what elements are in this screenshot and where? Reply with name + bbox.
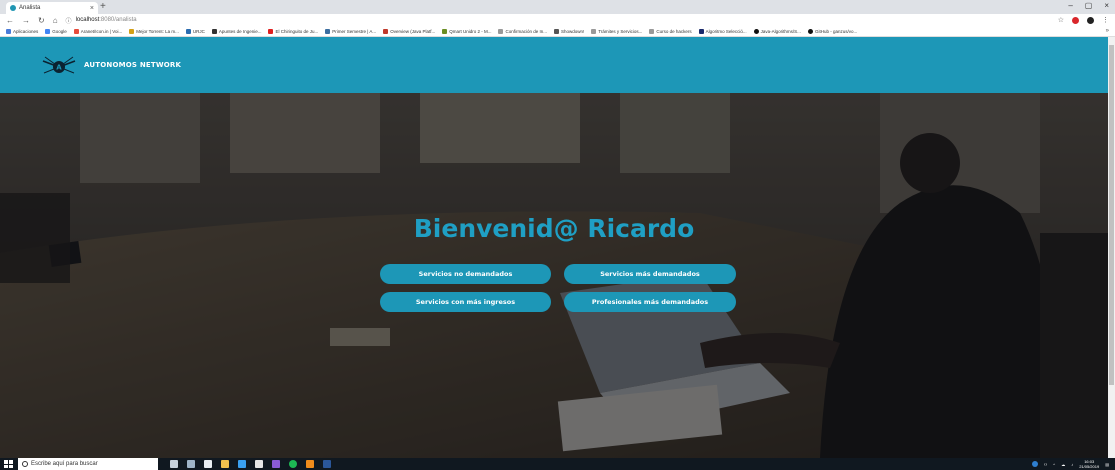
bookmark-item[interactable]: Java-Algorithms/S... [753, 28, 801, 34]
window-close-button[interactable]: × [1104, 1, 1109, 10]
bookmark-item[interactable]: Aplicaciones [6, 28, 38, 34]
servicios-mas-ingresos-button[interactable]: Servicios con más ingresos [380, 292, 551, 312]
page-icon [591, 28, 597, 34]
profile-avatar[interactable] [1087, 16, 1094, 24]
reload-icon[interactable]: ↻ [38, 16, 45, 25]
servicios-mas-demandados-button[interactable]: Servicios más demandados [564, 264, 736, 284]
forward-arrow-icon[interactable]: → [22, 16, 30, 25]
hero-section: Bienvenid@ Ricardo Servicios no demandad… [0, 93, 1108, 458]
page-icon [649, 28, 655, 34]
bookmark-item[interactable]: GitHub - ganzus/vo... [807, 28, 857, 34]
scrollbar-thumb[interactable] [1109, 45, 1114, 385]
github-icon [807, 28, 813, 34]
word-icon[interactable] [323, 460, 331, 468]
task-view-icon[interactable] [187, 460, 195, 468]
windows-taskbar: Escribe aquí para buscar ⚇ ^ ☁ ♪ 16:03 2… [0, 458, 1115, 470]
home-icon[interactable]: ⌂ [53, 16, 58, 25]
taskbar-clock[interactable]: 16:03 21/05/2019 [1079, 459, 1099, 469]
github-icon [753, 28, 759, 34]
bookmark-item[interactable]: Qmart Unidro 2 - M... [442, 28, 491, 34]
network-icon[interactable]: ☁ [1061, 462, 1065, 467]
people-icon[interactable]: ⚇ [1044, 462, 1048, 467]
taskbar-apps [170, 460, 331, 468]
tab-title: Analista [19, 5, 41, 11]
bookmarks-bar: Aplicaciones Google Aranet/Icon.in | Voi… [0, 26, 1115, 37]
google-icon [45, 28, 51, 34]
clock-date: 21/05/2019 [1079, 464, 1100, 469]
store-icon[interactable] [255, 460, 263, 468]
bookmark-item[interactable]: Mejor Torrent: La m... [129, 28, 179, 34]
tray-chevron-icon[interactable]: ^ [1053, 462, 1055, 467]
site-info-icon[interactable]: ⓘ [66, 16, 72, 25]
bookmark-item[interactable]: Aranet/Icon.in | Voi... [73, 28, 122, 34]
bookmark-item[interactable]: Confirmación de In... [498, 28, 547, 34]
url-path: :8080/analista [99, 17, 137, 23]
notifications-icon[interactable]: ▤ [1105, 462, 1109, 467]
browser-toolbar: ← → ↻ ⌂ ⓘ localhost :8080/analista ☆ ⋮ [0, 14, 1115, 26]
bookmark-item[interactable]: Apuntes de Ingenie... [211, 28, 261, 34]
page-scrollbar[interactable] [1108, 37, 1115, 458]
apps-grid-icon [6, 28, 11, 34]
bookmark-favicon-icon [185, 28, 191, 34]
youtube-icon [268, 28, 274, 34]
bookmark-favicon-icon [325, 28, 331, 34]
browser-tabstrip: Analista × + – ▢ × [0, 0, 1115, 14]
bookmark-item[interactable]: Trámites y Servicios... [591, 28, 642, 34]
bookmark-favicon-icon [698, 28, 704, 34]
windows-start-icon[interactable] [4, 460, 14, 468]
spotify-icon[interactable] [289, 460, 297, 468]
bookmark-favicon-icon [442, 28, 448, 34]
svg-text:A: A [56, 64, 62, 72]
servicios-no-demandados-button[interactable]: Servicios no demandados [380, 264, 551, 284]
bookmark-favicon-icon [129, 28, 135, 34]
microphone-icon[interactable] [170, 460, 178, 468]
eclipse-icon[interactable] [272, 460, 280, 468]
bookmark-favicon-icon [73, 28, 79, 34]
address-bar[interactable]: ⓘ localhost :8080/analista [66, 15, 1058, 25]
bookmark-item[interactable]: Overview (Java Platf... [383, 28, 435, 34]
new-tab-button[interactable]: + [100, 1, 106, 12]
cortana-icon [22, 461, 28, 467]
extension-icon[interactable] [1072, 16, 1079, 24]
window-controls: – ▢ × [1068, 1, 1109, 10]
brand-name[interactable]: AUTONOMOS NETWORK [84, 61, 181, 69]
chrome-icon[interactable] [238, 460, 246, 468]
menu-kebab-icon[interactable]: ⋮ [1102, 16, 1109, 24]
volume-icon[interactable]: ♪ [1071, 462, 1073, 467]
bookmarks-more-button[interactable]: » [1106, 28, 1109, 34]
bookmark-item[interactable]: Google [45, 28, 67, 34]
sublime-icon[interactable] [306, 460, 314, 468]
bookmark-item[interactable]: URJC [185, 28, 205, 34]
url-host: localhost [75, 17, 100, 23]
profesionales-mas-demandados-button[interactable]: Profesionales más demandados [564, 292, 736, 312]
site-navbar: A AUTONOMOS NETWORK [0, 37, 1108, 93]
browser-tab[interactable]: Analista × [6, 2, 98, 14]
tab-favicon-icon [10, 5, 16, 11]
taskbar-search-placeholder: Escribe aquí para buscar [31, 461, 98, 467]
bookmark-favicon-icon [383, 28, 389, 34]
page-viewport: A AUTONOMOS NETWORK Bienvenid@ Ricardo S… [0, 37, 1108, 458]
bookmark-item[interactable]: Algoritmo Selecció... [698, 28, 747, 34]
hero-overlay [0, 93, 1108, 458]
back-arrow-icon[interactable]: ← [6, 16, 14, 25]
bookmark-item[interactable]: Showdown! [554, 28, 584, 34]
edge-icon[interactable] [204, 460, 212, 468]
page-icon [498, 28, 504, 34]
file-explorer-icon[interactable] [221, 460, 229, 468]
maximize-button[interactable]: ▢ [1085, 1, 1093, 10]
taskbar-search-box[interactable]: Escribe aquí para buscar [18, 458, 158, 470]
bookmark-favicon-icon [554, 28, 559, 34]
bookmark-favicon-icon [211, 28, 217, 34]
system-tray: ⚇ ^ ☁ ♪ 16:03 21/05/2019 ▤ [1031, 459, 1115, 469]
tab-close-icon[interactable]: × [90, 5, 94, 12]
welcome-heading: Bienvenid@ Ricardo [413, 214, 695, 243]
minimize-button[interactable]: – [1068, 1, 1072, 10]
bookmark-item[interactable]: Primer Semestre | A... [325, 28, 376, 34]
tray-app-icon[interactable] [1031, 461, 1038, 467]
logo-icon[interactable]: A [42, 55, 76, 75]
bookmark-item[interactable]: Curso de hackers [649, 28, 692, 34]
bookmark-item[interactable]: El Chiringuito de Ju... [268, 28, 318, 34]
bookmark-star-icon[interactable]: ☆ [1058, 16, 1064, 24]
